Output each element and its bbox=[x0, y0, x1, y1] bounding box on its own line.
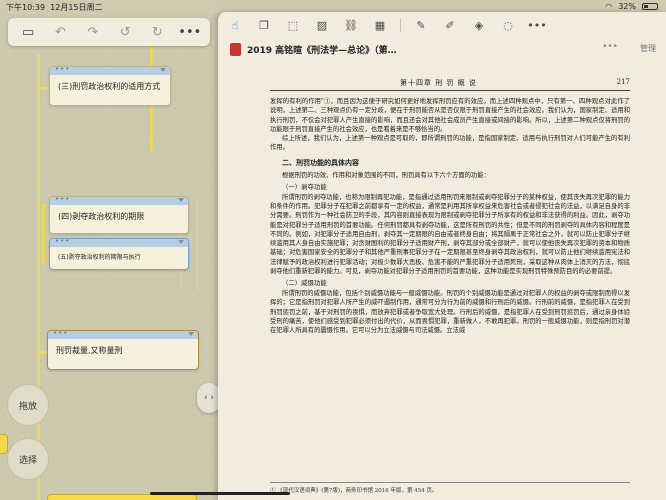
document-title-bar[interactable]: 2019 高铭暄《刑法学—总论》（第… bbox=[230, 40, 397, 58]
pdf-page: 第十四章 刑 罚 概 说 217 发挥的有利的作用"①，而且因为这便于研究如何更… bbox=[270, 78, 630, 335]
node-header: ••• bbox=[48, 329, 198, 339]
connector-line bbox=[37, 351, 47, 354]
paragraph: 发挥的有利的作用"①，而且因为这便于研究如何更好地发挥刑罚应有的效应。而上述四种… bbox=[270, 98, 630, 133]
paragraph: 所谓刑罚的威慑功能，包括个别威慑功能与一般威慑功能。刑罚的个别威慑功能是通过对犯… bbox=[270, 290, 630, 334]
mindmap-node[interactable]: ••• 刑罚裁量,又称量刑 bbox=[47, 329, 199, 370]
more-icon[interactable]: ••• bbox=[55, 65, 70, 73]
drag-button-label: 拖放 bbox=[18, 401, 37, 412]
connector-line bbox=[196, 200, 198, 290]
mindmap-node[interactable]: ••• (五)剥夺政治权利的期限与执行 bbox=[49, 237, 189, 270]
footnote: ① 《现代汉语词典》(第7版)，商务印书馆 2016 年版，第 454 页。 bbox=[270, 482, 630, 494]
more-icon[interactable]: ••• bbox=[55, 195, 70, 203]
wifi-icon: ◠ bbox=[605, 2, 613, 11]
collapse-icon[interactable] bbox=[188, 332, 194, 336]
status-right: ◠ 32% bbox=[605, 2, 658, 11]
drag-button[interactable]: 拖放 bbox=[8, 385, 48, 425]
toolbar-divider bbox=[400, 18, 401, 32]
node-text: (四)剥夺政治权利的期限 bbox=[58, 212, 145, 221]
document-more-icon[interactable]: ••• bbox=[602, 42, 618, 52]
node-header: ••• bbox=[50, 237, 188, 247]
collapse-icon[interactable] bbox=[178, 198, 184, 202]
image-icon[interactable]: ▨ bbox=[313, 16, 331, 34]
undo-icon[interactable]: ↶ bbox=[50, 22, 70, 42]
document-title: 2019 高铭暄《刑法学—总论》（第… bbox=[247, 45, 397, 56]
battery-icon bbox=[642, 3, 658, 10]
redo-icon[interactable]: ↷ bbox=[83, 22, 103, 42]
mindmap-node[interactable]: ••• (四)剥夺政治权利的期限 bbox=[49, 195, 189, 234]
paragraph: 所谓刑罚的剥夺功能，也称为限制再犯功能，是指通过适用刑罚来限制或剥夺犯罪分子的某… bbox=[270, 193, 630, 275]
node-header: ••• bbox=[50, 65, 170, 75]
page-header: 第十四章 刑 罚 概 说 217 bbox=[270, 78, 630, 91]
undo-step-icon[interactable]: ↺ bbox=[115, 22, 135, 42]
status-time: 下午10:39 12月15日周二 bbox=[6, 3, 103, 12]
subsection-heading: （二）威慑功能 bbox=[282, 279, 327, 287]
mindmap-node-edge[interactable] bbox=[0, 434, 8, 454]
more-icon[interactable]: ••• bbox=[527, 16, 546, 34]
lasso-icon[interactable]: ◌ bbox=[499, 16, 517, 34]
sidebar-toggle-icon[interactable]: ▭ bbox=[18, 22, 38, 42]
more-icon[interactable]: ••• bbox=[53, 329, 68, 337]
node-text: (三)刑罚政治权利的适用方式 bbox=[58, 82, 161, 91]
mindmap-toolbar: ▭ ↶ ↷ ↺ ↻ ••• bbox=[8, 18, 210, 46]
chapter-title: 第十四章 刑 罚 概 说 bbox=[400, 79, 477, 87]
collapse-icon[interactable] bbox=[160, 68, 166, 72]
hand-pointer-icon[interactable]: ☝ bbox=[226, 16, 244, 34]
connector-line bbox=[37, 54, 40, 500]
node-text: (五)剥夺政治权利的期限与执行 bbox=[58, 254, 141, 261]
pdf-reader: ☝ ❐ ⬚ ▨ ⛓ ▦ ✎ ✐ ◈ ◌ ••• 2019 高铭暄《刑法学—总论》… bbox=[218, 12, 666, 500]
paragraph: 综上所述，我们认为，上述第一种观点是可取的，即所谓刑罚的功能，是指国家制定、适用… bbox=[270, 135, 630, 152]
mindmap-canvas[interactable]: ••• (三)刑罚政治权利的适用方式 ••• (四)剥夺政治权利的期限 ••• … bbox=[0, 14, 220, 500]
battery-percent: 32% bbox=[618, 2, 636, 11]
mindmap-node[interactable]: ••• (三)刑罚政治权利的适用方式 bbox=[49, 65, 171, 106]
page-number: 217 bbox=[616, 78, 630, 86]
reader-toolbar: ☝ ❐ ⬚ ▨ ⛓ ▦ ✎ ✐ ◈ ◌ ••• bbox=[218, 12, 666, 38]
more-icon[interactable]: ••• bbox=[55, 237, 70, 245]
subsection-heading: （一）剥夺功能 bbox=[282, 182, 327, 191]
highlighter-icon[interactable]: ✐ bbox=[441, 16, 459, 34]
node-text: 刑罚裁量,又称量刑 bbox=[56, 346, 123, 355]
more-icon[interactable]: ••• bbox=[178, 22, 201, 42]
eraser-icon[interactable]: ◈ bbox=[470, 16, 488, 34]
paragraph: 根据刑罚的功效、作用和对象范围的不同，刑罚具有以下六个方面的功能： bbox=[282, 171, 490, 179]
home-indicator[interactable] bbox=[150, 492, 290, 495]
connector-line bbox=[42, 204, 45, 264]
node-header: ••• bbox=[50, 195, 188, 205]
copy-icon[interactable]: ❐ bbox=[255, 16, 273, 34]
manage-button[interactable]: 管理 bbox=[640, 43, 656, 54]
pen-icon[interactable]: ✎ bbox=[412, 16, 430, 34]
section-heading: 二、刑罚功能的具体内容 bbox=[282, 157, 359, 167]
fit-page-icon[interactable]: ⬚ bbox=[284, 16, 302, 34]
select-button[interactable]: 选择 bbox=[8, 439, 48, 479]
layout-icon[interactable]: ▦ bbox=[371, 16, 389, 34]
collapse-icon[interactable] bbox=[178, 240, 184, 244]
redo-step-icon[interactable]: ↻ bbox=[147, 22, 167, 42]
pdf-icon bbox=[230, 42, 241, 56]
select-button-label: 选择 bbox=[18, 455, 37, 466]
link-icon[interactable]: ⛓ bbox=[342, 16, 360, 34]
